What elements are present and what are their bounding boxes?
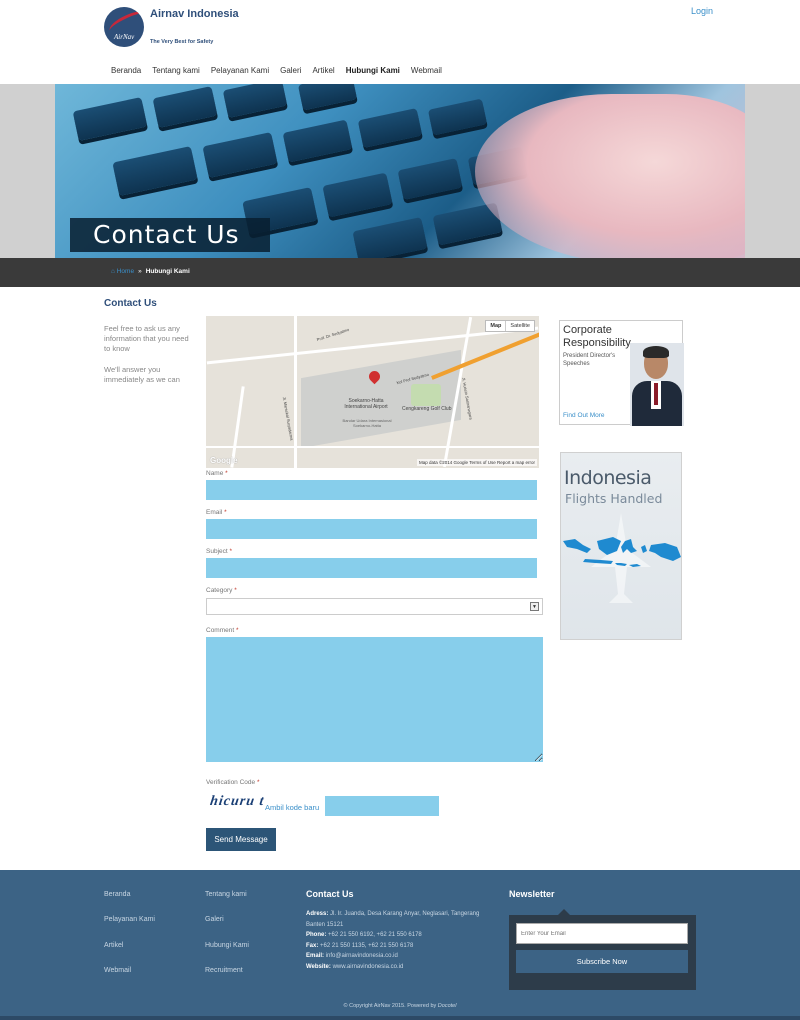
email-field[interactable] [206, 519, 537, 539]
map-attribution[interactable]: Map data ©2014 Google Terms of Use Repor… [416, 459, 537, 466]
breadcrumb-separator: » [138, 268, 142, 275]
footer-link-beranda[interactable]: Beranda [104, 891, 130, 898]
nav-item-galeri[interactable]: Galeri [280, 66, 301, 75]
email-label: Email * [206, 509, 227, 516]
footer-contact-title: Contact Us [306, 889, 354, 899]
map-label-terminal: Bandar Udara Internasional Soekarno-Hatt… [342, 418, 392, 428]
president-director-photo [630, 343, 684, 426]
nav-item-artikel[interactable]: Artikel [312, 66, 334, 75]
map-label-golf: Cengkareng Golf Club [402, 406, 452, 412]
logo-tagline: The Very Best for Safety [150, 39, 214, 45]
captcha-field[interactable] [325, 796, 439, 816]
newsletter-email-input[interactable] [516, 923, 688, 944]
indo-subtitle: Flights Handled [565, 491, 663, 506]
footer-phone: +62 21 550 6192, +62 21 550 6178 [328, 932, 422, 938]
nav-item-tentang-kami[interactable]: Tentang kami [152, 66, 200, 75]
footer-link-artikel[interactable]: Artikel [104, 942, 123, 949]
category-select[interactable]: ▼ [206, 598, 543, 615]
sidebar-title: Contact Us [104, 298, 157, 309]
powered-by-link[interactable]: Docotel [438, 1003, 457, 1009]
footer-link-recruitment[interactable]: Recruitment [205, 967, 243, 974]
breadcrumb-home[interactable]: Home [117, 268, 134, 275]
refresh-captcha-link[interactable]: Ambil kode baru [265, 803, 319, 812]
map-label-road2: Jl. Marsekal Suryadarma [281, 396, 295, 441]
verification-label: Verification Code * [206, 779, 260, 786]
captcha-image: hicuru t [209, 794, 266, 809]
name-label: Name * [206, 470, 228, 477]
nav-item-hubungi-kami[interactable]: Hubungi Kami [346, 66, 400, 75]
corporate-responsibility-card[interactable]: Corporate Responsibility President Direc… [559, 320, 684, 426]
breadcrumb: ⌂ Home» Hubungi Kami [111, 268, 190, 275]
footer-contact-info: Adress: Jl. Ir. Juanda, Desa Karang Anya… [306, 911, 480, 970]
indonesia-map-icon [563, 537, 681, 567]
footer-website[interactable]: www.airnavindonesia.co.id [333, 964, 404, 970]
footer-bottom-strip [0, 1016, 800, 1020]
sidebar-text-1: Feel free to ask us any information that… [104, 324, 189, 353]
category-label: Category * [206, 587, 237, 594]
footer-link-pelayanan-kami[interactable]: Pelayanan Kami [104, 916, 155, 923]
find-out-more-link[interactable]: Find Out More [563, 412, 605, 419]
breadcrumb-current: Hubungi Kami [145, 268, 190, 275]
subject-label: Subject * [206, 548, 233, 555]
google-map[interactable]: Soekarno-Hatta International Airport Ban… [206, 316, 539, 468]
name-field[interactable] [206, 480, 537, 500]
chevron-down-icon[interactable]: ▼ [530, 602, 539, 611]
subject-field[interactable] [206, 558, 537, 578]
logo-name: Airnav Indonesia [150, 8, 239, 20]
newsletter-title: Newsletter [509, 889, 555, 899]
google-logo: Google [210, 456, 238, 465]
logo-mark-text: AirNav [114, 33, 135, 41]
footer-link-galeri[interactable]: Galeri [205, 916, 224, 923]
footer-link-webmail[interactable]: Webmail [104, 967, 131, 974]
sidebar-text-2: We'll answer you immediately as we can [104, 365, 180, 384]
airnav-logo[interactable]: AirNav Airnav Indonesia The Very Best fo… [104, 7, 239, 49]
footer-address: Jl. Ir. Juanda, Desa Karang Anyar, Negla… [306, 911, 480, 928]
nav-item-webmail[interactable]: Webmail [411, 66, 442, 75]
nav-item-pelayanan-kami[interactable]: Pelayanan Kami [211, 66, 269, 75]
footer-email[interactable]: info@airnavindonesia.co.id [326, 953, 398, 959]
subscribe-button[interactable]: Subscribe Now [516, 950, 688, 973]
map-button[interactable]: Map [486, 321, 505, 331]
comment-label: Comment * [206, 627, 239, 634]
copyright: © Copyright AirNav 2015. Powered by Doco… [343, 1003, 457, 1009]
corp-subtitle: President Director's Speeches [563, 353, 616, 367]
map-type-toggle: Map Satellite [485, 320, 535, 332]
comment-field[interactable] [206, 637, 543, 762]
footer-fax: +62 21 550 1135, +62 21 550 6178 [320, 942, 414, 949]
main-nav: Beranda Tentang kami Pelayanan Kami Gale… [111, 66, 453, 75]
send-message-button[interactable]: Send Message [206, 828, 276, 851]
satellite-button[interactable]: Satellite [505, 321, 534, 331]
map-label-road1: Prof. Dr. Sedyatmo [316, 326, 350, 343]
footer-link-hubungi-kami[interactable]: Hubungi Kami [205, 942, 249, 949]
banner-title: Contact Us [93, 220, 240, 249]
nav-item-beranda[interactable]: Beranda [111, 66, 141, 75]
login-link[interactable]: Login [691, 6, 713, 16]
logo-mark-icon: AirNav [104, 7, 144, 47]
indonesia-flights-banner[interactable]: Indonesia Flights Handled [560, 452, 682, 640]
footer-link-tentang-kami[interactable]: Tentang kami [205, 891, 247, 898]
map-label-road3: Jl. Husein Sastranegara [461, 377, 474, 420]
map-label-airport: Soekarno-Hatta International Airport [344, 398, 388, 410]
indo-title: Indonesia [564, 467, 652, 489]
